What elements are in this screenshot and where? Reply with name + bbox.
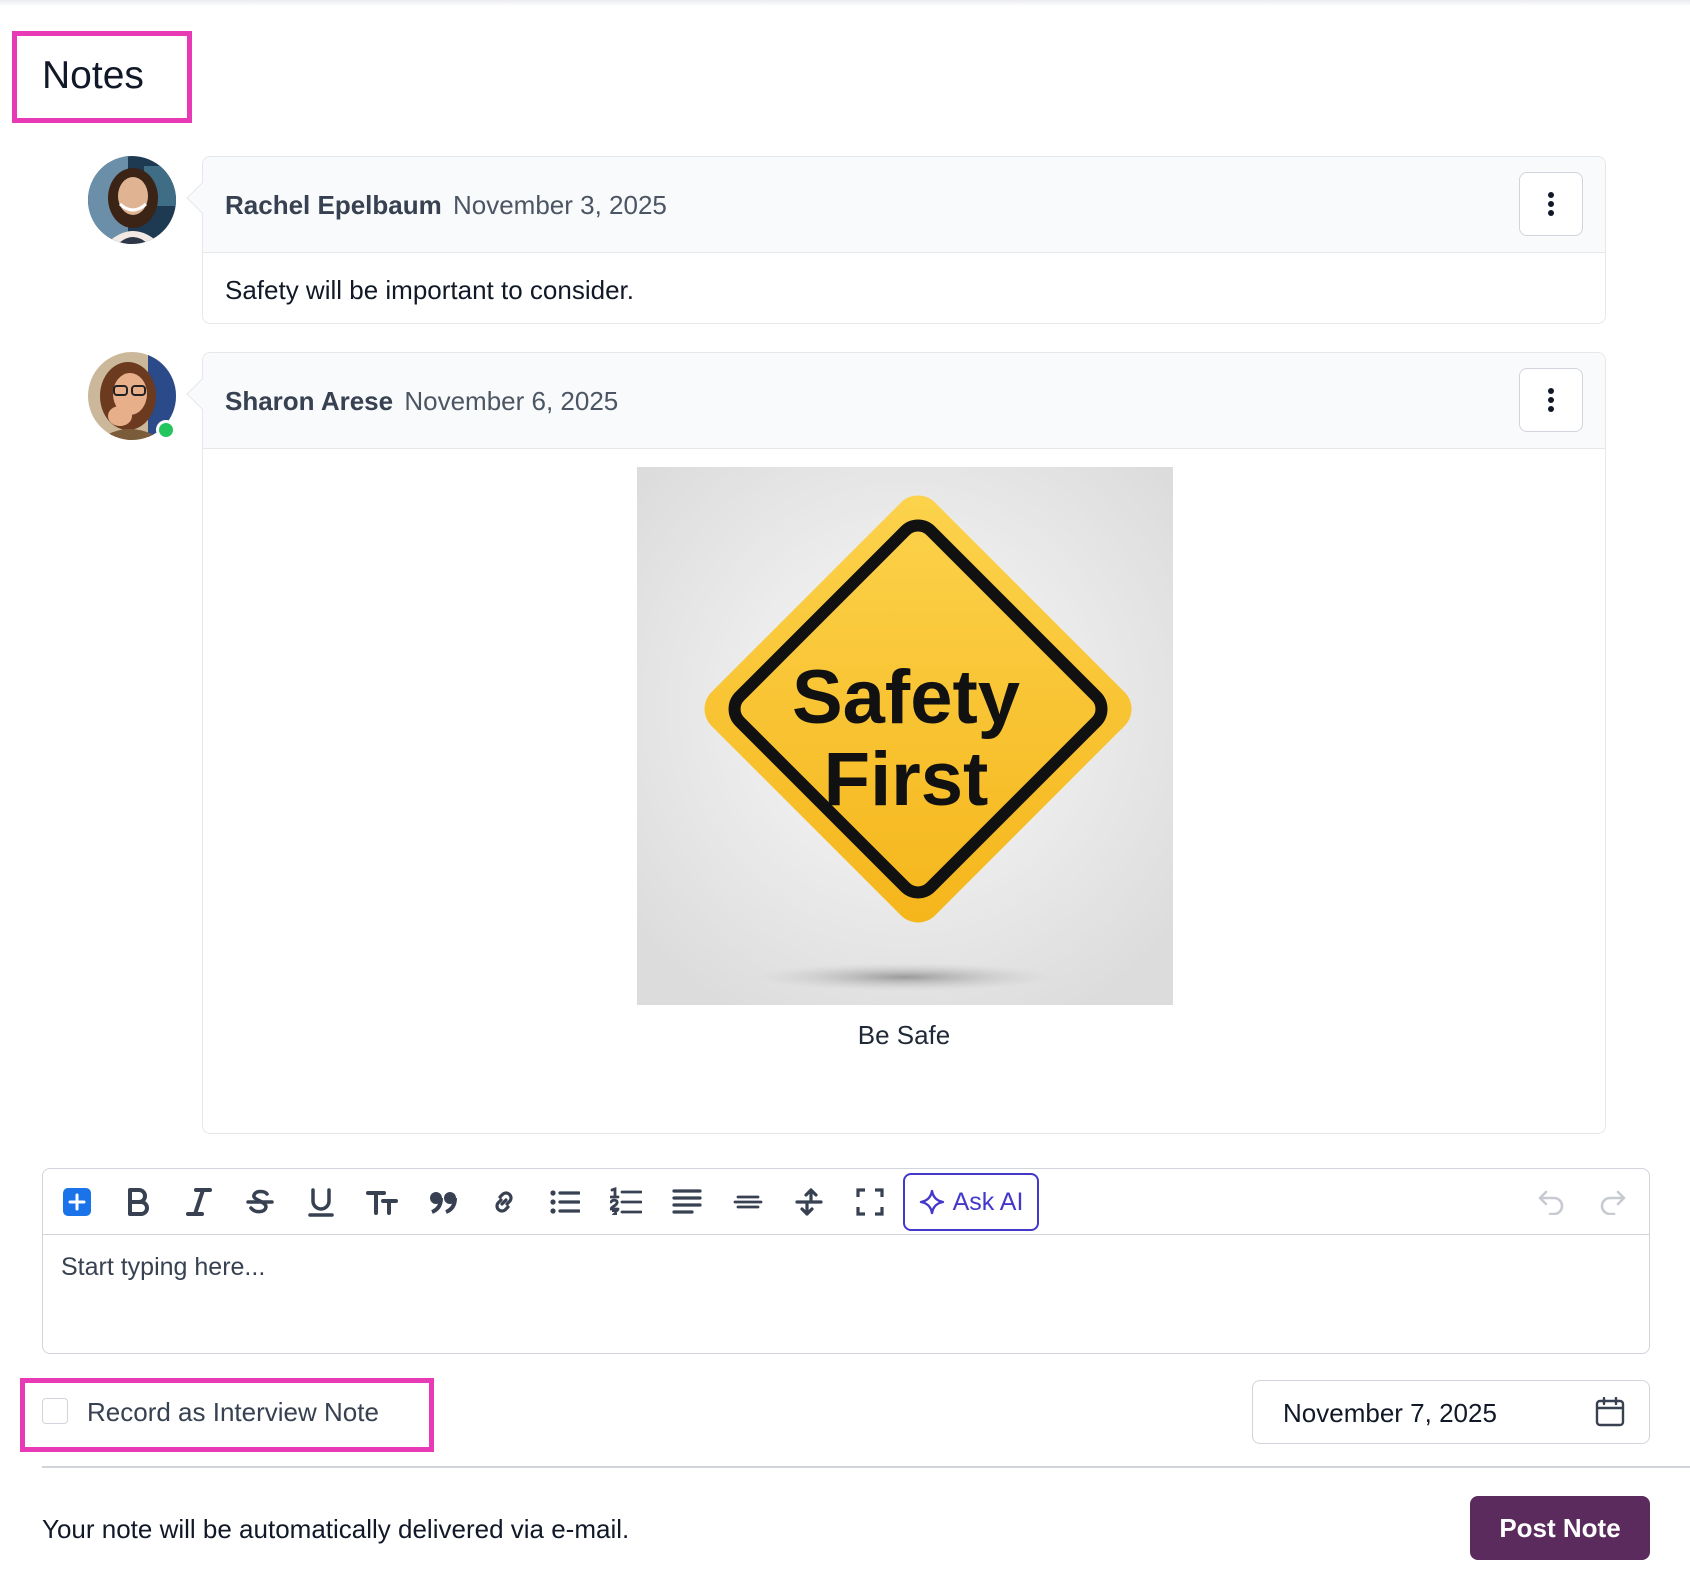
sign-line-1: Safety [792, 655, 1020, 740]
quote-icon[interactable] [423, 1182, 463, 1222]
underline-icon[interactable] [301, 1182, 341, 1222]
safety-first-image: Safety First [637, 467, 1173, 1005]
delivery-message: Your note will be automatically delivere… [42, 1514, 630, 1544]
bold-icon[interactable] [118, 1182, 158, 1222]
italic-icon[interactable] [179, 1182, 219, 1222]
horizontal-rule-icon[interactable] [728, 1182, 768, 1222]
clear-format-icon[interactable] [789, 1182, 829, 1222]
editor-toolbar: Ask AI [43, 1169, 1649, 1235]
avatar-rachel [88, 156, 176, 244]
note-pointer [186, 182, 218, 214]
note-text-input[interactable] [61, 1253, 1621, 1282]
page-title: Notes [42, 54, 144, 97]
note-header: Rachel Epelbaum November 3, 2025 [186, 157, 1605, 253]
note-meta: Sharon Arese November 6, 2025 [225, 385, 618, 417]
post-note-button[interactable]: Post Note [1470, 1496, 1650, 1560]
undo-icon[interactable] [1531, 1182, 1571, 1222]
ask-ai-button[interactable]: Ask AI [903, 1173, 1039, 1231]
note-author: Sharon Arese [225, 386, 394, 416]
calendar-icon[interactable] [1595, 1397, 1625, 1427]
note-pointer [186, 378, 218, 410]
text-size-icon[interactable] [362, 1182, 402, 1222]
kebab-icon [1548, 192, 1554, 216]
plus-icon[interactable] [57, 1182, 97, 1222]
numbered-list-icon[interactable] [606, 1182, 646, 1222]
redo-icon[interactable] [1593, 1182, 1633, 1222]
note-menu-button[interactable] [1519, 172, 1583, 236]
interview-note-checkbox[interactable] [42, 1398, 68, 1424]
sparkle-icon [919, 1189, 944, 1215]
note-date: November 6, 2025 [404, 386, 619, 416]
note-editor: Ask AI [42, 1168, 1650, 1354]
align-justify-icon[interactable] [667, 1182, 707, 1222]
note-author: Rachel Epelbaum [225, 190, 442, 220]
bullet-list-icon[interactable] [545, 1182, 585, 1222]
note-card: Rachel Epelbaum November 3, 2025 Safety … [186, 156, 1606, 324]
online-status-dot [156, 420, 176, 440]
interview-note-label[interactable]: Record as Interview Note [87, 1396, 379, 1428]
note-card: Sharon Arese November 6, 2025 Safety Fir… [186, 352, 1606, 1134]
kebab-icon [1548, 388, 1554, 412]
note-menu-button[interactable] [1519, 368, 1583, 432]
fullscreen-icon[interactable] [850, 1182, 890, 1222]
image-caption: Be Safe [857, 1020, 951, 1050]
note-meta: Rachel Epelbaum November 3, 2025 [225, 189, 667, 221]
link-icon[interactable] [484, 1182, 524, 1222]
top-shadow [0, 0, 1690, 6]
footer-divider [42, 1466, 1690, 1468]
note-body: Safety will be important to consider. [225, 275, 634, 305]
note-date-picker[interactable]: November 7, 2025 [1252, 1380, 1650, 1444]
note-date: November 3, 2025 [452, 190, 667, 220]
ask-ai-label: Ask AI [952, 1187, 1024, 1216]
note-header: Sharon Arese November 6, 2025 [186, 353, 1605, 449]
sign-line-2: First [824, 737, 989, 822]
date-value: November 7, 2025 [1283, 1398, 1497, 1428]
strikethrough-icon[interactable] [240, 1182, 280, 1222]
